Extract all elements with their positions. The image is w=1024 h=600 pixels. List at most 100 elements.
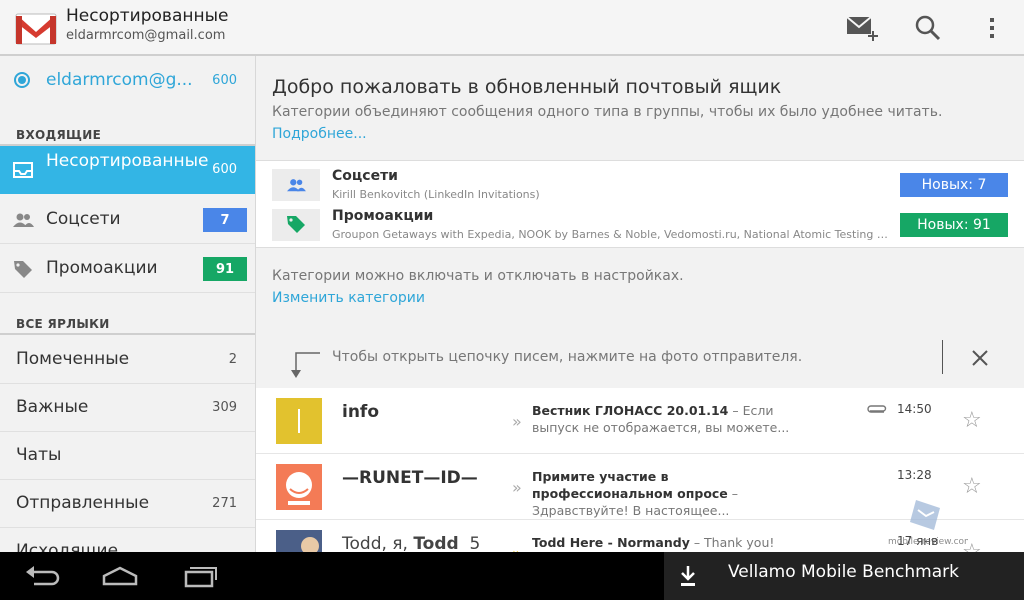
- tag-icon: [287, 216, 305, 233]
- category-summary: Соцсети Kirill Benkovitch (LinkedIn Invi…: [256, 160, 1024, 248]
- main-content: Добро пожаловать в обновленный почтовый …: [256, 56, 1024, 552]
- sidebar-item-label: Чаты: [16, 445, 62, 465]
- compose-icon: [846, 16, 878, 41]
- star-icon[interactable]: ☆: [962, 408, 982, 433]
- thread-subject: Todd Here - Normandy: [532, 535, 690, 550]
- photo-avatar-icon: [276, 530, 322, 552]
- thread-time: 13:28: [897, 468, 932, 482]
- compose-button[interactable]: [842, 8, 882, 48]
- importance-marker-icon: ››: [512, 478, 522, 497]
- search-icon: [915, 15, 941, 41]
- overflow-menu-icon: [990, 18, 994, 38]
- category-new-badge: Новых: 91: [900, 213, 1008, 237]
- thread-time: 14:50: [897, 402, 932, 416]
- sidebar-item-important[interactable]: Важные 309: [0, 384, 255, 432]
- thread-hint-banner: Чтобы открыть цепочку писем, нажмите на …: [256, 336, 1024, 388]
- unread-badge: 91: [203, 257, 247, 281]
- watermark-logo-icon: mobile-review.com: [888, 500, 973, 547]
- sidebar-item-unsorted[interactable]: Несортированные 600: [0, 146, 255, 194]
- category-senders: Groupon Getaways with Expedia, NOOK by B…: [332, 228, 892, 241]
- thread-subject: Вестник ГЛОНАСС 20.01.14: [532, 403, 729, 418]
- arrow-down-left-icon: [291, 352, 320, 378]
- tag-icon: [14, 261, 32, 278]
- default-person-avatar-icon: [286, 472, 312, 505]
- inbox-icon: [13, 162, 33, 178]
- download-icon: [681, 566, 695, 586]
- category-row-social[interactable]: Соцсети Kirill Benkovitch (LinkedIn Invi…: [256, 165, 1024, 205]
- thread-subject: Примите участие в профессиональном опрос…: [532, 469, 728, 501]
- sidebar-item-label: Соцсети: [46, 209, 121, 229]
- watermark: mobile-review.com: [888, 496, 973, 548]
- notification-item[interactable]: Vellamo Mobile Benchmark: [664, 552, 1024, 600]
- sidebar-item-count: 271: [212, 496, 237, 511]
- letter-avatar-icon: [298, 409, 300, 433]
- folder-title: Несортированные: [66, 6, 229, 26]
- system-navigation-bar: Vellamo Mobile Benchmark: [0, 552, 1024, 600]
- sidebar-item-starred[interactable]: Помеченные 2: [0, 336, 255, 384]
- recent-apps-button[interactable]: [172, 558, 228, 594]
- sidebar-item-label: Промоакции: [46, 258, 158, 278]
- category-title: Промоакции: [332, 208, 434, 224]
- back-icon: [26, 566, 60, 586]
- sender-name: info: [342, 402, 380, 422]
- sidebar-item-chats[interactable]: Чаты: [0, 432, 255, 480]
- account-count: 600: [212, 73, 237, 88]
- sender-name: Todd, я, Todd 5: [342, 534, 480, 552]
- account-email: eldarmrcom@gmail.com: [66, 28, 226, 43]
- account-radio-icon: [14, 72, 30, 88]
- sidebar-item-label: Отправленные: [16, 493, 150, 513]
- category-senders: Kirill Benkovitch (LinkedIn Invitations): [332, 188, 540, 201]
- change-categories-link[interactable]: Изменить категории: [272, 290, 425, 306]
- sidebar-item-sent[interactable]: Отправленные 271: [0, 480, 255, 528]
- watermark-text: mobile-review.com: [888, 537, 968, 547]
- sidebar-item-promotions[interactable]: Промоакции 91: [0, 245, 255, 293]
- dismiss-hint-button[interactable]: [962, 340, 998, 376]
- avatar[interactable]: [276, 398, 322, 444]
- sidebar-item-count: 600: [212, 162, 237, 177]
- recent-apps-icon: [184, 567, 217, 588]
- action-bar: Несортированные eldarmrcom@gmail.com: [0, 0, 1024, 56]
- importance-marker-icon: ››: [512, 412, 522, 431]
- hint-text: Чтобы открыть цепочку писем, нажмите на …: [332, 349, 803, 365]
- back-button[interactable]: [14, 558, 70, 594]
- attachment-icon: [867, 405, 887, 413]
- thread-row[interactable]: info ›› Вестник ГЛОНАСС 20.01.14 – Если …: [256, 388, 1024, 454]
- people-icon: [13, 213, 34, 227]
- overflow-menu-button[interactable]: [972, 8, 1012, 48]
- sender-name: —RUNET—ID—: [342, 468, 478, 488]
- search-button[interactable]: [908, 8, 948, 48]
- category-icon-box: [272, 169, 320, 201]
- avatar[interactable]: [276, 530, 322, 552]
- thread-snippet: Примите участие в профессиональном опрос…: [532, 468, 802, 519]
- hint-divider: [942, 340, 943, 374]
- people-icon: [287, 179, 306, 192]
- sidebar-item-label: Исходящие: [16, 541, 119, 552]
- welcome-title: Добро пожаловать в обновленный почтовый …: [272, 76, 782, 98]
- home-icon: [102, 566, 138, 586]
- gmail-logo-icon[interactable]: [14, 6, 58, 50]
- sidebar-item-label: Важные: [16, 397, 89, 417]
- labels-section-header: ВСЕ ЯРЛЫКИ: [16, 317, 110, 331]
- sender-participants: Todd, я,: [342, 534, 414, 552]
- account-switcher[interactable]: eldarmrcom@g... 600: [0, 56, 255, 104]
- avatar[interactable]: [276, 464, 322, 510]
- account-name: eldarmrcom@g...: [46, 70, 193, 90]
- sidebar-item-label: Помеченные: [16, 349, 130, 369]
- learn-more-link[interactable]: Подробнее...: [272, 126, 367, 142]
- close-icon: [972, 350, 988, 366]
- sender-last: Todd: [413, 534, 459, 552]
- sidebar-item-label: Несортированные: [46, 151, 209, 171]
- category-icon-box: [272, 209, 320, 241]
- thread-message-count: 5: [469, 534, 481, 552]
- category-title: Соцсети: [332, 168, 398, 184]
- thread-snippet: Вестник ГЛОНАСС 20.01.14 – Если выпуск н…: [532, 402, 802, 436]
- thread-snippet: Todd Here - Normandy – Thank you!: [532, 534, 802, 551]
- section-divider: [0, 333, 255, 335]
- unread-badge: 7: [203, 208, 247, 232]
- importance-marker-icon: ››: [512, 544, 522, 552]
- sidebar-item-social[interactable]: Соцсети 7: [0, 196, 255, 244]
- home-button[interactable]: [92, 558, 148, 594]
- category-row-promotions[interactable]: Промоакции Groupon Getaways with Expedia…: [256, 205, 1024, 245]
- category-settings-note: Категории можно включать и отключать в н…: [272, 268, 684, 284]
- sidebar-item-outbox[interactable]: Исходящие: [0, 528, 255, 552]
